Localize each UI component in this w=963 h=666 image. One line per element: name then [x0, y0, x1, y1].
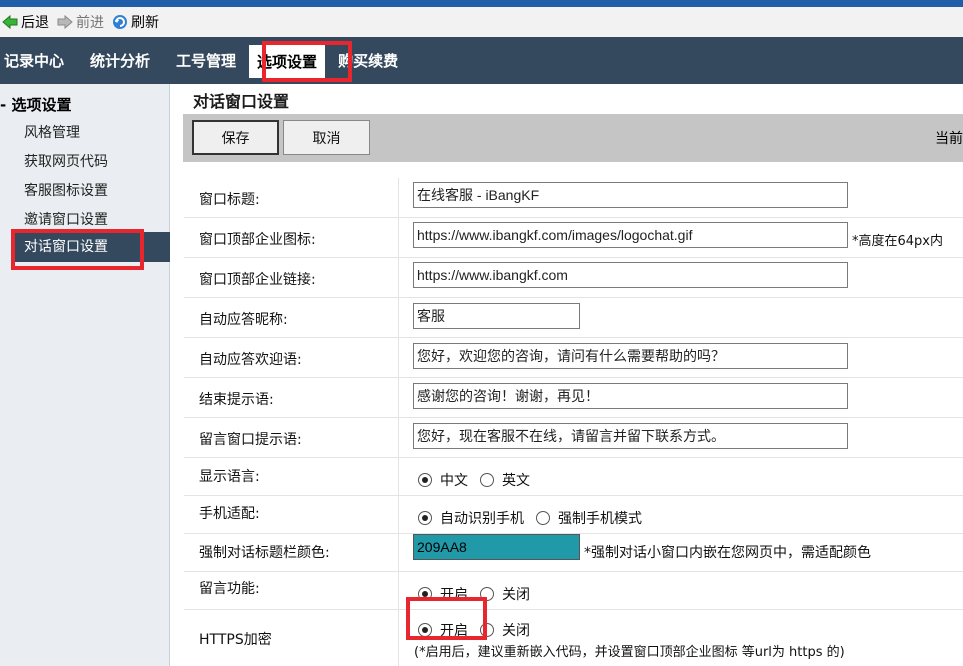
current-label: 当前	[935, 131, 963, 147]
row-logo: 窗口顶部企业图标: *高度在64px内	[184, 218, 963, 258]
leave-msg-tip-input[interactable]	[413, 423, 848, 449]
radio-chinese[interactable]	[418, 473, 432, 487]
refresh-label: 刷新	[131, 15, 159, 31]
row-leave-msg-tip: 留言窗口提示语:	[184, 418, 963, 458]
radio-english[interactable]	[480, 473, 494, 487]
collapse-icon: -	[0, 96, 7, 114]
radio-auto-detect[interactable]	[418, 511, 432, 525]
radio-https-off-label: 关闭	[502, 623, 530, 639]
radio-english-label: 英文	[502, 473, 530, 489]
sidebar-item-icon[interactable]: 客服图标设置	[24, 180, 108, 200]
language-radio-group: 中文 英文	[418, 470, 542, 490]
sidebar-item-chat-window[interactable]: 对话窗口设置	[12, 232, 170, 262]
logo-hint: *高度在64px内	[852, 234, 943, 249]
back-label: 后退	[21, 15, 49, 31]
row-window-title: 窗口标题:	[184, 178, 963, 218]
row-ending: 结束提示语:	[184, 378, 963, 418]
label-leave-msg-tip: 留言窗口提示语:	[199, 432, 302, 448]
title-color-input[interactable]	[413, 534, 580, 560]
nickname-input[interactable]	[413, 303, 580, 329]
save-button[interactable]: 保存	[192, 120, 279, 155]
forward-arrow-icon	[57, 14, 73, 30]
nav-item-settings[interactable]: 选项设置	[249, 45, 326, 78]
label-ending: 结束提示语:	[199, 392, 274, 408]
radio-leave-msg-on-label: 开启	[440, 587, 468, 603]
nav-item-staff[interactable]: 工号管理	[163, 37, 249, 84]
radio-force-mobile[interactable]	[536, 511, 550, 525]
radio-chinese-label: 中文	[440, 473, 468, 489]
content: 对话窗口设置 保存 取消 当前 窗口标题: 窗口顶部企业图标: *高度在64px…	[183, 84, 963, 666]
radio-auto-detect-label: 自动识别手机	[440, 511, 524, 527]
label-title-color: 强制对话标题栏颜色:	[199, 545, 330, 561]
sidebar: - 选项设置 风格管理 获取网页代码 客服图标设置 邀请窗口设置 对话窗口设置	[0, 84, 170, 666]
window-top-strip	[0, 0, 963, 7]
label-language: 显示语言:	[199, 469, 260, 485]
browser-toolbar: 后退 前进 刷新	[0, 7, 963, 37]
row-welcome: 自动应答欢迎语:	[184, 338, 963, 378]
row-nickname: 自动应答昵称:	[184, 298, 963, 338]
label-mobile: 手机适配:	[199, 506, 260, 522]
row-title-color: 强制对话标题栏颜色: *强制对话小窗口内嵌在您网页中，需适配颜色	[184, 534, 963, 572]
label-logo: 窗口顶部企业图标:	[199, 232, 316, 248]
back-button[interactable]: 后退	[2, 11, 49, 33]
https-radio-group: 开启 关闭	[418, 620, 542, 640]
logo-url-input[interactable]	[413, 222, 848, 248]
row-https: HTTPS加密 开启 关闭 (*启用后，建议重新嵌入代码，并设置窗口顶部企业图标…	[184, 610, 963, 666]
label-window-title: 窗口标题:	[199, 192, 260, 208]
radio-leave-msg-off-label: 关闭	[502, 587, 530, 603]
row-logo-link: 窗口顶部企业链接:	[184, 258, 963, 298]
radio-https-on-label: 开启	[440, 623, 468, 639]
label-logo-link: 窗口顶部企业链接:	[199, 272, 316, 288]
leave-msg-radio-group: 开启 关闭	[418, 584, 542, 604]
refresh-button[interactable]: 刷新	[112, 11, 159, 33]
forward-button[interactable]: 前进	[57, 11, 104, 33]
back-arrow-icon	[2, 14, 18, 30]
row-mobile: 手机适配: 自动识别手机 强制手机模式	[184, 496, 963, 534]
sidebar-item-invite[interactable]: 邀请窗口设置	[24, 209, 108, 229]
action-bar: 保存 取消 当前	[183, 114, 963, 162]
ending-input[interactable]	[413, 383, 848, 409]
window-title-input[interactable]	[413, 182, 848, 208]
nav-item-records[interactable]: 记录中心	[0, 37, 77, 84]
cancel-button[interactable]: 取消	[283, 120, 370, 155]
label-welcome: 自动应答欢迎语:	[199, 352, 302, 368]
page-title: 对话窗口设置	[193, 92, 290, 111]
refresh-icon	[113, 15, 127, 29]
forward-label: 前进	[76, 15, 104, 31]
main-nav: 记录中心 统计分析 工号管理 选项设置 购买续费	[0, 37, 963, 84]
logo-link-input[interactable]	[413, 262, 848, 288]
radio-leave-msg-off[interactable]	[480, 587, 494, 601]
row-leave-msg: 留言功能: 开启 关闭	[184, 572, 963, 610]
mobile-radio-group: 自动识别手机 强制手机模式	[418, 508, 654, 528]
label-leave-msg: 留言功能:	[199, 581, 260, 597]
https-note: (*启用后，建议重新嵌入代码，并设置窗口顶部企业图标 等url为 https 的…	[414, 645, 845, 660]
title-color-hint: *强制对话小窗口内嵌在您网页中，需适配颜色	[584, 545, 871, 561]
radio-force-mobile-label: 强制手机模式	[558, 511, 642, 527]
label-https: HTTPS加密	[199, 632, 272, 648]
radio-https-on[interactable]	[418, 623, 432, 637]
sidebar-item-code[interactable]: 获取网页代码	[24, 151, 108, 171]
sidebar-item-style[interactable]: 风格管理	[24, 122, 80, 142]
nav-item-purchase[interactable]: 购买续费	[325, 37, 411, 84]
welcome-input[interactable]	[413, 343, 848, 369]
label-nickname: 自动应答昵称:	[199, 312, 288, 328]
radio-https-off[interactable]	[480, 623, 494, 637]
sidebar-heading: - 选项设置	[0, 96, 72, 114]
radio-leave-msg-on[interactable]	[418, 587, 432, 601]
nav-item-statistics[interactable]: 统计分析	[77, 37, 163, 84]
row-language: 显示语言: 中文 英文	[184, 458, 963, 496]
